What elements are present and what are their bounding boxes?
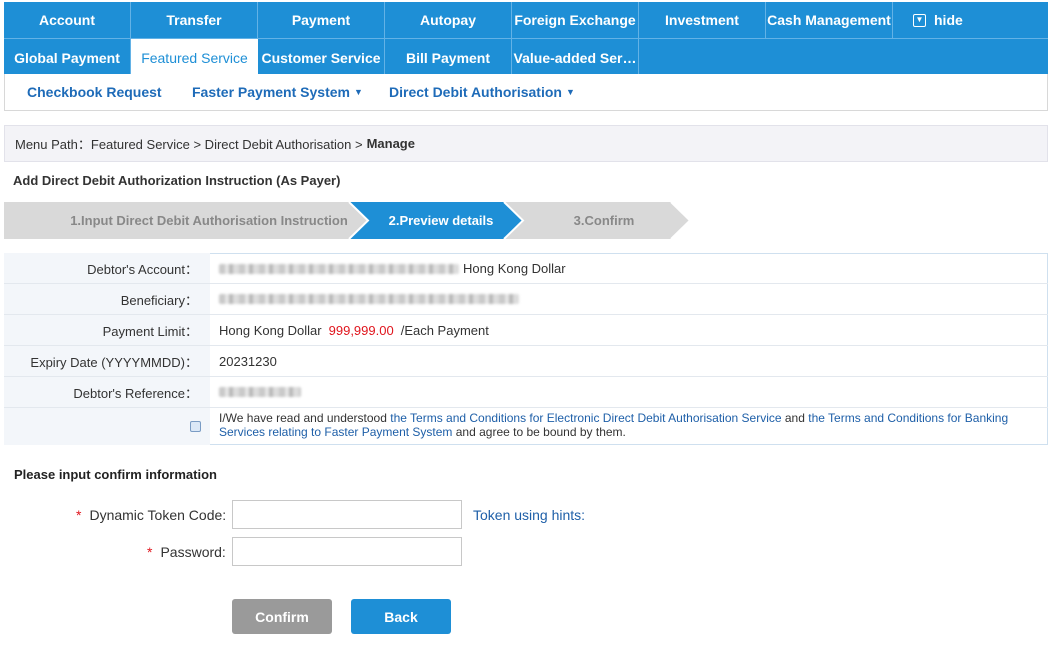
agreement-row: I/We have read and understood the Terms … <box>4 408 1048 445</box>
debtor-account-row: Debtor's Account： Hong Kong Dollar <box>4 253 1048 284</box>
token-code-row: * Dynamic Token Code: <box>76 500 463 529</box>
subnav-checkbook-request[interactable]: Checkbook Request <box>27 84 162 100</box>
main-navigation: Account Transfer Payment Autopay Foreign… <box>4 2 1048 76</box>
back-button[interactable]: Back <box>351 599 451 634</box>
chevron-down-icon: ▼ <box>353 87 363 97</box>
expiry-date-value: 20231230 <box>210 346 1048 376</box>
breadcrumb-current: Manage <box>366 136 415 151</box>
debtor-reference-row: Debtor's Reference： <box>4 377 1048 408</box>
hide-label: hide <box>934 12 963 28</box>
payment-limit-row: Payment Limit： Hong Kong Dollar 999,999.… <box>4 315 1048 346</box>
nav-row-1: Account Transfer Payment Autopay Foreign… <box>4 2 1048 39</box>
password-row: * Password: <box>147 537 462 566</box>
preview-details: Debtor's Account： Hong Kong Dollar Benef… <box>4 253 1048 445</box>
step-3: 3.Confirm <box>573 213 635 228</box>
required-mark: * <box>147 543 153 560</box>
nav-foreign-exchange[interactable]: Foreign Exchange <box>512 2 639 38</box>
password-label: Password: <box>160 543 226 560</box>
token-hints-link[interactable]: Token using hints: <box>473 507 585 523</box>
confirm-button[interactable]: Confirm <box>232 599 332 634</box>
nav-cash-management[interactable]: Cash Management <box>766 2 893 38</box>
breadcrumb: Menu Path：Featured Service > Direct Debi… <box>4 125 1048 162</box>
beneficiary-label: Beneficiary： <box>4 284 210 314</box>
payment-limit-suffix: /Each Payment <box>400 322 489 338</box>
agreement-checkbox[interactable] <box>190 421 201 432</box>
progress-steps: 1.Input Direct Debit Authorisation Instr… <box>4 202 704 239</box>
token-code-input[interactable] <box>232 500 463 529</box>
password-input[interactable] <box>231 537 462 566</box>
nav-row-2: Global Payment Featured Service Customer… <box>4 39 1048 76</box>
chevron-down-icon: ▼ <box>565 87 575 97</box>
confirm-section-title: Please input confirm information <box>14 467 217 482</box>
beneficiary-row: Beneficiary： <box>4 284 1048 315</box>
token-code-label: Dynamic Token Code: <box>89 506 227 523</box>
nav-payment[interactable]: Payment <box>258 2 385 38</box>
nav-featured-service[interactable]: Featured Service <box>131 39 258 76</box>
nav-account[interactable]: Account <box>4 2 131 38</box>
masked-beneficiary <box>219 294 519 304</box>
payment-limit-currency: Hong Kong Dollar <box>219 322 322 338</box>
nav-value-added-service[interactable]: Value-added Ser… <box>512 39 639 76</box>
payment-limit-label: Payment Limit： <box>4 315 210 345</box>
nav-bill-payment[interactable]: Bill Payment <box>385 39 512 76</box>
subnav-direct-debit-authorisation[interactable]: Direct Debit Authorisation ▼ <box>389 84 575 100</box>
masked-reference <box>219 387 301 397</box>
required-mark: * <box>76 506 82 523</box>
debtor-account-currency: Hong Kong Dollar <box>463 261 566 276</box>
step-2-active: 2.Preview details <box>388 213 494 228</box>
agreement-text: I/We have read and understood the Terms … <box>210 408 1048 445</box>
nav-investment[interactable]: Investment <box>639 2 766 38</box>
collapse-icon: ▼ <box>913 13 926 27</box>
nav-autopay[interactable]: Autopay <box>385 2 512 38</box>
masked-account-number <box>219 263 459 274</box>
subnav-faster-payment-system[interactable]: Faster Payment System ▼ <box>192 84 363 100</box>
payment-limit-amount: 999,999.00 <box>328 322 394 338</box>
nav-transfer[interactable]: Transfer <box>131 2 258 38</box>
hide-menu-toggle[interactable]: ▼ hide <box>893 2 1013 38</box>
expiry-date-label: Expiry Date (YYYYMMDD)： <box>4 346 210 376</box>
debtor-account-label: Debtor's Account： <box>4 253 210 283</box>
nav-global-payment[interactable]: Global Payment <box>4 39 131 76</box>
step-1: 1.Input Direct Debit Authorisation Instr… <box>70 213 348 228</box>
debtor-reference-label: Debtor's Reference： <box>4 377 210 407</box>
nav-customer-service[interactable]: Customer Service <box>258 39 385 76</box>
expiry-date-row: Expiry Date (YYYYMMDD)： 20231230 <box>4 346 1048 377</box>
page-title: Add Direct Debit Authorization Instructi… <box>13 173 341 188</box>
sub-navigation: Checkbook Request Faster Payment System ▼… <box>4 74 1048 111</box>
breadcrumb-path: Menu Path：Featured Service > Direct Debi… <box>15 137 363 152</box>
terms-edda-link[interactable]: the Terms and Conditions for Electronic … <box>390 411 781 425</box>
